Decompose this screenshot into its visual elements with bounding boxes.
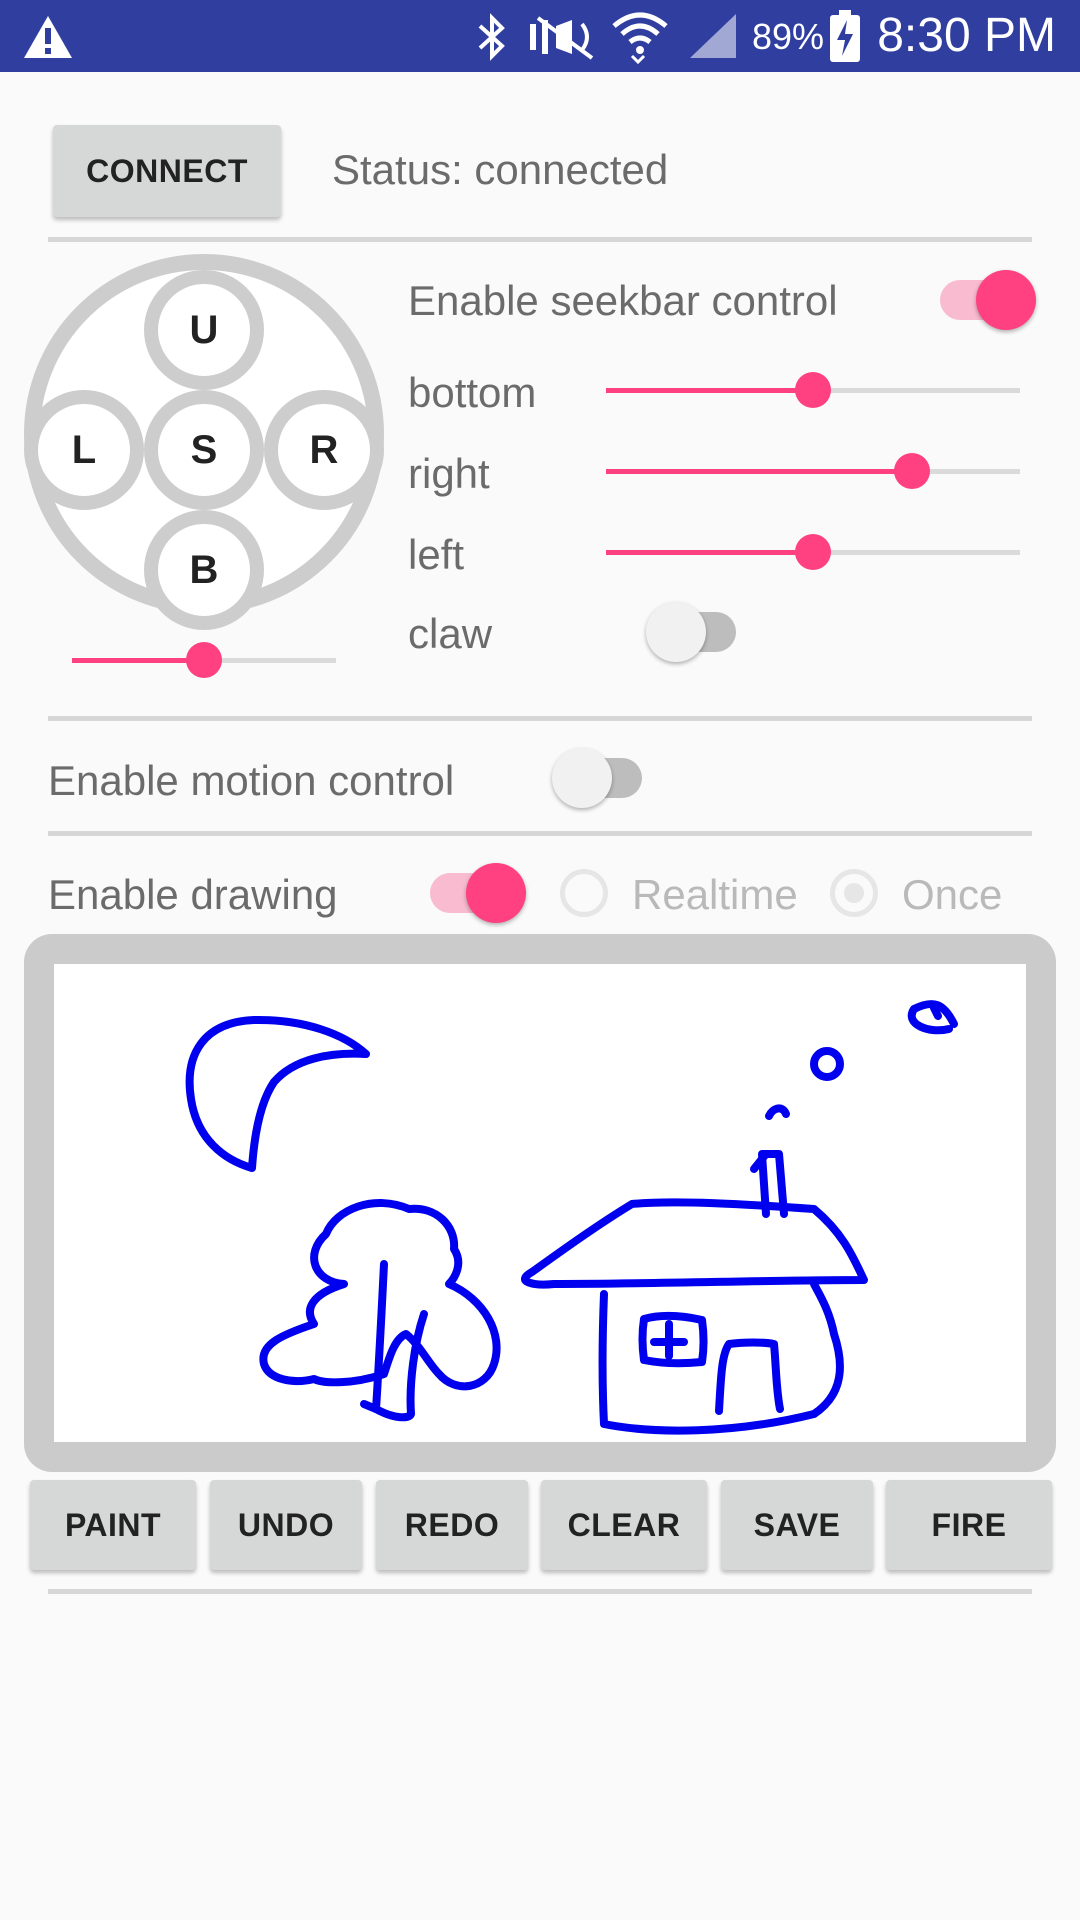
drawing-switch[interactable] bbox=[430, 863, 526, 923]
dpad-up-button[interactable]: U bbox=[144, 270, 264, 390]
wifi-icon bbox=[612, 12, 668, 64]
claw-switch[interactable] bbox=[646, 602, 748, 662]
status-time: 8:30 PM bbox=[877, 9, 1056, 62]
drawing-label: Enable drawing bbox=[48, 871, 338, 918]
slider-fill bbox=[606, 388, 813, 393]
divider bbox=[48, 1589, 1032, 1594]
switch-thumb bbox=[646, 602, 706, 662]
slider-right[interactable] bbox=[606, 453, 1020, 489]
fire-button[interactable]: FIRE bbox=[886, 1480, 1052, 1570]
dpad-right-button[interactable]: R bbox=[264, 390, 384, 510]
redo-button[interactable]: REDO bbox=[376, 1480, 528, 1570]
slider-label-bottom: bottom bbox=[408, 369, 537, 416]
radio-realtime[interactable] bbox=[560, 869, 608, 917]
clear-button[interactable]: CLEAR bbox=[541, 1480, 707, 1570]
signal-icon bbox=[690, 14, 736, 58]
radio-once-label: Once bbox=[902, 871, 1003, 918]
seekbar-control-switch[interactable] bbox=[940, 270, 1036, 330]
radio-realtime-label: Realtime bbox=[632, 871, 798, 918]
drawing-canvas[interactable] bbox=[54, 964, 1026, 1442]
slider-label-right: right bbox=[408, 450, 490, 497]
claw-label: claw bbox=[408, 610, 493, 657]
undo-button[interactable]: UNDO bbox=[210, 1480, 362, 1570]
slider-thumb[interactable] bbox=[186, 642, 222, 678]
slider-label-left: left bbox=[408, 531, 465, 578]
bluetooth-icon bbox=[478, 13, 505, 61]
switch-thumb bbox=[976, 270, 1036, 330]
divider bbox=[48, 716, 1032, 721]
slider-bottom[interactable] bbox=[606, 372, 1020, 408]
switch-thumb bbox=[466, 863, 526, 923]
speed-slider[interactable] bbox=[72, 642, 336, 678]
mute-icon bbox=[530, 16, 594, 60]
slider-thumb[interactable] bbox=[795, 372, 831, 408]
dpad-stop-button[interactable]: S bbox=[144, 390, 264, 510]
status-bar: 89% 8:30 PM bbox=[0, 0, 1080, 72]
switch-thumb bbox=[552, 748, 612, 808]
connection-status: Status: connected bbox=[332, 146, 669, 193]
slider-fill bbox=[606, 469, 913, 474]
save-button[interactable]: SAVE bbox=[721, 1480, 873, 1570]
slider-thumb[interactable] bbox=[894, 453, 931, 489]
connect-button[interactable]: CONNECT bbox=[53, 125, 281, 217]
radio-once[interactable] bbox=[830, 869, 878, 917]
paint-button[interactable]: PAINT bbox=[30, 1480, 196, 1570]
dpad-back-button[interactable]: B bbox=[144, 510, 264, 630]
radio-dot bbox=[844, 883, 864, 903]
seekbar-control-label: Enable seekbar control bbox=[408, 277, 838, 324]
slider-left[interactable] bbox=[606, 534, 1020, 570]
warning-icon bbox=[24, 16, 72, 58]
divider bbox=[48, 831, 1032, 836]
slider-fill bbox=[606, 550, 813, 555]
motion-control-switch[interactable] bbox=[552, 748, 654, 808]
battery-charging-icon bbox=[830, 10, 860, 62]
slider-thumb[interactable] bbox=[795, 534, 831, 570]
divider bbox=[48, 237, 1032, 242]
motion-control-label: Enable motion control bbox=[48, 757, 455, 804]
slider-fill bbox=[72, 658, 204, 663]
dpad-left-button[interactable]: L bbox=[24, 390, 144, 510]
drawing-strokes bbox=[185, 1000, 958, 1435]
battery-percent: 89% bbox=[752, 16, 825, 57]
